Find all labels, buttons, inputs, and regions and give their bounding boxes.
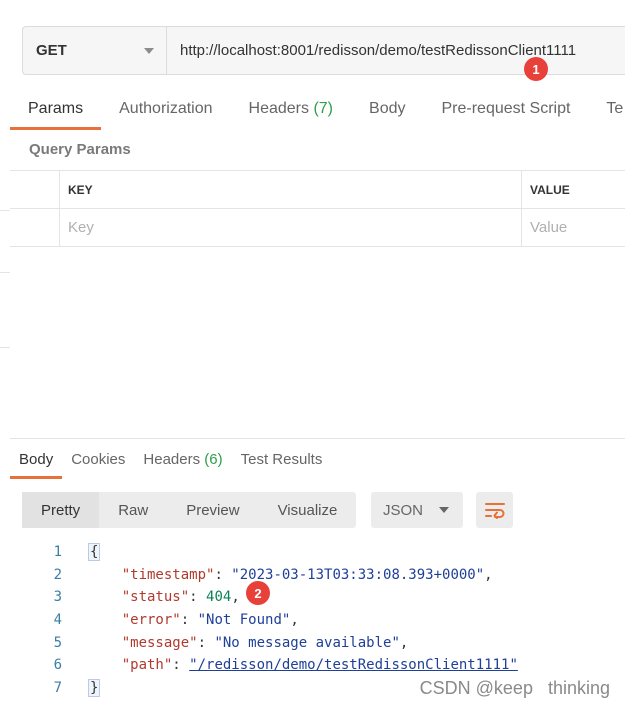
tab-authorization[interactable]: Authorization	[101, 92, 230, 130]
line-number: 4	[53, 612, 62, 629]
path-link[interactable]: "/redisson/demo/testRedissonClient1111"	[189, 657, 518, 673]
json-key: "error"	[121, 612, 181, 629]
watermark: CSDN @keep thinking	[419, 678, 610, 698]
query-params-table: KEY VALUE Key Value	[10, 170, 625, 247]
line-number: 5	[53, 634, 62, 651]
row-checkbox[interactable]	[10, 209, 60, 246]
tab-headers[interactable]: Headers (7)	[231, 92, 352, 130]
tab-tests[interactable]: Te	[588, 92, 625, 130]
request-tabs: Params Authorization Headers (7) Body Pr…	[10, 92, 625, 130]
json-value: "Not Found"	[197, 612, 291, 629]
table-header-row: KEY VALUE	[10, 171, 625, 209]
pretty-button[interactable]: Pretty	[22, 492, 100, 528]
json-key: "timestamp"	[121, 566, 215, 583]
line-number: 3	[53, 589, 62, 606]
url-input[interactable]: http://localhost:8001/redisson/demo/test…	[167, 27, 625, 74]
tab-response-headers[interactable]: Headers (6)	[134, 445, 231, 479]
json-value: "2023-03-13T03:33:08.393+0000"	[231, 566, 485, 583]
code-line: 4 "error": "Not Found",	[22, 609, 518, 632]
code-line: 3 "status": 404,	[22, 586, 518, 609]
preview-button[interactable]: Preview	[167, 492, 258, 528]
code-line: 1 {	[22, 541, 518, 564]
method-select[interactable]: GET	[23, 27, 167, 74]
tab-test-results[interactable]: Test Results	[232, 445, 332, 479]
tab-params[interactable]: Params	[10, 92, 102, 130]
chevron-down-icon	[144, 47, 154, 54]
key-input[interactable]: Key	[68, 219, 94, 236]
visualize-button[interactable]: Visualize	[259, 492, 357, 528]
line-number: 6	[53, 657, 62, 674]
checkbox-column	[10, 171, 60, 208]
table-row: Key Value	[10, 209, 625, 247]
line-number: 2	[53, 566, 62, 583]
method-label: GET	[36, 42, 67, 59]
headers-count: (7)	[313, 100, 334, 117]
tab-response-body[interactable]: Body	[10, 445, 63, 479]
code-line: 6 "path": "/redisson/demo/testRedissonCl…	[22, 654, 518, 677]
divider	[0, 347, 10, 348]
annotation-badge-1: 1	[524, 57, 548, 81]
tab-response-cookies[interactable]: Cookies	[62, 445, 134, 479]
json-key: "path"	[121, 657, 173, 674]
json-key: "message"	[121, 634, 198, 651]
column-header-value: VALUE	[530, 182, 570, 197]
divider	[0, 272, 10, 273]
divider	[0, 210, 10, 211]
chevron-down-icon	[439, 507, 449, 513]
format-button-group: Pretty Raw Preview Visualize	[22, 492, 357, 528]
wrap-lines-button[interactable]	[476, 492, 513, 528]
line-number: 7	[53, 679, 62, 696]
tab-pre-request-script[interactable]: Pre-request Script	[423, 92, 588, 130]
tab-body[interactable]: Body	[351, 92, 423, 130]
value-input[interactable]: Value	[530, 219, 567, 236]
raw-button[interactable]: Raw	[99, 492, 167, 528]
json-key: "status"	[121, 589, 190, 606]
format-type-label: JSON	[383, 501, 424, 519]
close-brace: }	[88, 678, 101, 697]
json-value: 404	[206, 589, 232, 606]
json-value: "No message available"	[214, 634, 400, 651]
open-brace: {	[88, 543, 101, 562]
response-divider[interactable]	[10, 438, 625, 439]
line-number: 1	[53, 544, 62, 561]
wrap-lines-icon	[484, 503, 505, 519]
response-tabs: Body Cookies Headers (6) Test Results	[10, 445, 331, 479]
query-params-title: Query Params	[29, 141, 131, 158]
response-headers-count: (6)	[204, 451, 223, 468]
code-line: 5 "message": "No message available",	[22, 631, 518, 654]
column-header-key: KEY	[68, 182, 93, 197]
annotation-badge-2: 2	[246, 581, 270, 605]
code-line: 2 "timestamp": "2023-03-13T03:33:08.393+…	[22, 564, 518, 587]
response-body-viewer: 1 { 2 "timestamp": "2023-03-13T03:33:08.…	[22, 541, 518, 699]
format-type-select[interactable]: JSON	[371, 492, 463, 528]
